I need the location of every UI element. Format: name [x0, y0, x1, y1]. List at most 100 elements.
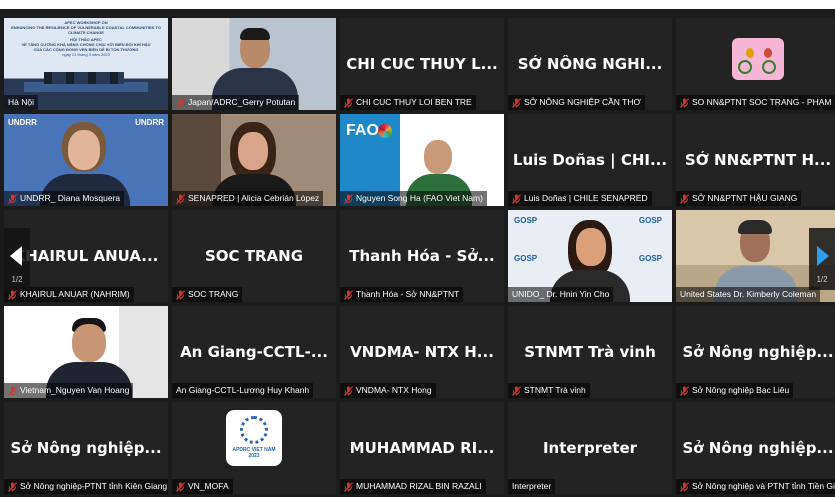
mic-off-icon — [680, 193, 689, 204]
undrr-logo-left: UNDRR — [8, 118, 37, 127]
mic-off-icon — [512, 193, 521, 204]
participant-name: UNDRR_ Diana Mosquera — [20, 193, 121, 203]
participant-name-label: Japan/ADRC_Gerry Potutan — [172, 95, 300, 110]
page-indicator: 1/2 — [816, 275, 828, 284]
mic-off-icon — [8, 385, 17, 396]
previous-page-button[interactable]: 1/2 — [4, 228, 30, 290]
participant-display-name: An Giang-CCTL-... — [180, 342, 328, 361]
participant-tile-vietnam-nguyen-van-hoang[interactable]: Vietnam_Nguyen Van Hoang — [4, 306, 168, 398]
participant-name: STNMT Trà vinh — [524, 385, 586, 395]
page-indicator: 1/2 — [11, 275, 23, 284]
participant-tile-stnmt-tra-vinh[interactable]: STNMT Trà vinh STNMT Trà vinh — [508, 306, 672, 398]
mic-off-icon — [344, 289, 353, 300]
participant-name-label: Sở Nông nghiệp Bạc Liêu — [676, 383, 794, 398]
participant-name: United States Dr. Kimberly Coleman — [680, 289, 817, 299]
person-head — [238, 132, 268, 170]
participant-tile-vndma-ntx-hong[interactable]: VNDMA- NTX H... VNDMA- NTX Hong — [340, 306, 504, 398]
participant-display-name: STNMT Trà vinh — [524, 342, 656, 361]
mic-off-icon — [176, 97, 185, 108]
participant-tile-ha-noi[interactable]: APEC WORKSHOP ON ENHANCING THE RESILIENC… — [4, 18, 168, 110]
mic-off-icon — [680, 481, 689, 492]
participant-name-label: STNMT Trà vinh — [508, 383, 590, 398]
mic-off-icon — [344, 97, 353, 108]
participant-name: Japan/ADRC_Gerry Potutan — [188, 97, 296, 107]
person-head — [68, 130, 100, 170]
participant-tile-so-nn-ptnt-soc-trang-pham[interactable]: SO NN&PTNT SOC TRANG - PHAM — [676, 18, 835, 110]
gosp-logo-2: GOSP — [638, 216, 662, 225]
participant-tile-soc-trang[interactable]: SOC TRANG SOC TRANG — [172, 210, 336, 302]
participant-name-label: Sở Nông nghiệp và PTNT tỉnh Tiền Gi — [676, 479, 835, 494]
participant-name: Luis Doñas | CHILE SENAPRED — [524, 193, 648, 203]
mic-off-icon — [176, 193, 185, 204]
participant-tile-thanh-hoa-so-nn-ptnt[interactable]: Thanh Hóa - Sở... Thanh Hóa - Sở NN&PTNT — [340, 210, 504, 302]
participant-tile-chi-cuc-thuy-loi-ben-tre[interactable]: CHI CUC THUY L... CHI CUC THUY LOI BEN TR… — [340, 18, 504, 110]
person-hair — [240, 28, 270, 40]
participant-name: Nguyen Song Ha (FAO Viet Nam) — [356, 193, 483, 203]
participant-tile-luis-donas-chile-senapred[interactable]: Luis Doñas | CHI... Luis Doñas | CHILE SE… — [508, 114, 672, 206]
participant-display-name: Thanh Hóa - Sở... — [349, 246, 495, 265]
participant-display-name: VNDMA- NTX H... — [350, 342, 494, 361]
participant-name: VNDMA- NTX Hong — [356, 385, 432, 395]
participant-name: KHAIRUL ANUAR (NAHRIM) — [20, 289, 130, 299]
participant-tile-vn-mofa[interactable]: APDRC VIET NAM 2023 VN_MOFA — [172, 402, 336, 494]
mic-off-icon — [512, 97, 521, 108]
mic-off-icon — [344, 481, 353, 492]
mic-off-icon — [8, 193, 17, 204]
participant-display-name: MUHAMMAD RI... — [349, 438, 495, 457]
participant-name-label: Hà Nội — [4, 95, 38, 110]
participant-tile-undrr-diana-mosquera[interactable]: UNDRR UNDRR UNDRR_ Diana Mosquera — [4, 114, 168, 206]
participant-tile-so-nong-nghiep-va-ptnt-tinh-tien-gi[interactable]: Sở Nông nghiệp... Sở Nông nghiệp và PTNT … — [676, 402, 835, 494]
participant-name: VN_MOFA — [188, 481, 229, 491]
participant-display-name: Interpreter — [542, 438, 638, 457]
participant-tile-senapred-alicia-cebrian-lopez[interactable]: SENAPRED | Alicia Cebrián López — [172, 114, 336, 206]
participant-display-name: SỞ NN&PTNT H... — [684, 150, 832, 169]
person-head — [72, 324, 106, 362]
participant-name-label: United States Dr. Kimberly Coleman — [676, 287, 821, 302]
participant-tile-an-giang-cctl-luong-huy-khanh[interactable]: An Giang-CCTL-... An Giang-CCTL-Lương Huy… — [172, 306, 336, 398]
participant-name-label: Thanh Hóa - Sở NN&PTNT — [340, 287, 464, 302]
video-conference-window: APEC WORKSHOP ON ENHANCING THE RESILIENC… — [0, 0, 835, 497]
participant-name: Vietnam_Nguyen Van Hoang — [20, 385, 130, 395]
participant-name: MUHAMMAD RIZAL BIN RAZALI — [356, 481, 482, 491]
next-page-button[interactable]: 1/2 — [809, 228, 835, 290]
participant-name-label: SỞ NN&PTNT HẬU GIANG — [676, 191, 802, 206]
participant-name-label: CHI CUC THUY LOI BEN TRE — [340, 95, 476, 110]
panel-people — [44, 72, 124, 84]
gosp-logo-4: GOSP — [638, 254, 662, 263]
participant-display-name: Luis Doñas | CHI... — [512, 150, 668, 169]
mic-off-icon — [176, 481, 185, 492]
participant-grid: APEC WORKSHOP ON ENHANCING THE RESILIENC… — [0, 9, 835, 497]
participant-name: An Giang-CCTL-Lương Huy Khanh — [176, 385, 310, 395]
participant-name: Hà Nội — [8, 97, 34, 107]
participant-name-label: Luis Doñas | CHILE SENAPRED — [508, 191, 652, 206]
participant-tile-so-nong-nghiep-can-tho[interactable]: SỞ NÔNG NGHI... SỞ NÔNG NGHIỆP CẦN THƠ — [508, 18, 672, 110]
slide-line-6: ngày 21 tháng 3 năm 2023 — [62, 52, 110, 57]
mic-off-icon — [344, 193, 353, 204]
mic-off-icon — [680, 385, 689, 396]
participant-name: Interpreter — [512, 481, 552, 491]
participant-tile-interpreter[interactable]: Interpreter Interpreter — [508, 402, 672, 494]
participant-name-label: VN_MOFA — [172, 479, 233, 494]
participant-tile-unido-dr-hnin-yin-cho[interactable]: GOSP GOSP GOSP GOSP UNIDO_ Dr. Hnin Yin … — [508, 210, 672, 302]
mic-off-icon — [344, 385, 353, 396]
participant-tile-so-nong-nghiep-ptnt-tinh-kien-giang[interactable]: Sở Nông nghiệp... Sở Nông nghiệp-PTNT tỉn… — [4, 402, 168, 494]
mic-off-icon — [8, 481, 17, 492]
participant-name-label: Interpreter — [508, 479, 556, 494]
participant-name-label: UNDRR_ Diana Mosquera — [4, 191, 125, 206]
participant-display-name: Sở Nông nghiệp... — [10, 438, 162, 457]
mic-off-icon — [8, 289, 17, 300]
participant-name-label: Vietnam_Nguyen Van Hoang — [4, 383, 134, 398]
participant-tile-muhammad-rizal-bin-razali[interactable]: MUHAMMAD RI... MUHAMMAD RIZAL BIN RAZALI — [340, 402, 504, 494]
participant-tile-japan-adrc-gerry-potutan[interactable]: Japan/ADRC_Gerry Potutan — [172, 18, 336, 110]
mic-off-icon — [176, 289, 185, 300]
participant-name-label: MUHAMMAD RIZAL BIN RAZALI — [340, 479, 486, 494]
participant-display-name: SOC TRANG — [204, 246, 304, 265]
participant-tile-so-nn-ptnt-hau-giang[interactable]: SỞ NN&PTNT H... SỞ NN&PTNT HẬU GIANG — [676, 114, 835, 206]
participant-name-label: VNDMA- NTX Hong — [340, 383, 436, 398]
apdrc-logo-icon: APDRC VIET NAM 2023 — [226, 410, 282, 466]
person-hair — [738, 220, 772, 234]
participant-tile-nguyen-song-ha-fao-viet-nam[interactable]: FAO Nguyen Song Ha (FAO Viet Nam) — [340, 114, 504, 206]
person-head — [576, 228, 606, 266]
participant-name: SOC TRANG — [188, 289, 239, 299]
participant-tile-so-nong-nghiep-bac-lieu[interactable]: Sở Nông nghiệp... Sở Nông nghiệp Bạc Liêu — [676, 306, 835, 398]
